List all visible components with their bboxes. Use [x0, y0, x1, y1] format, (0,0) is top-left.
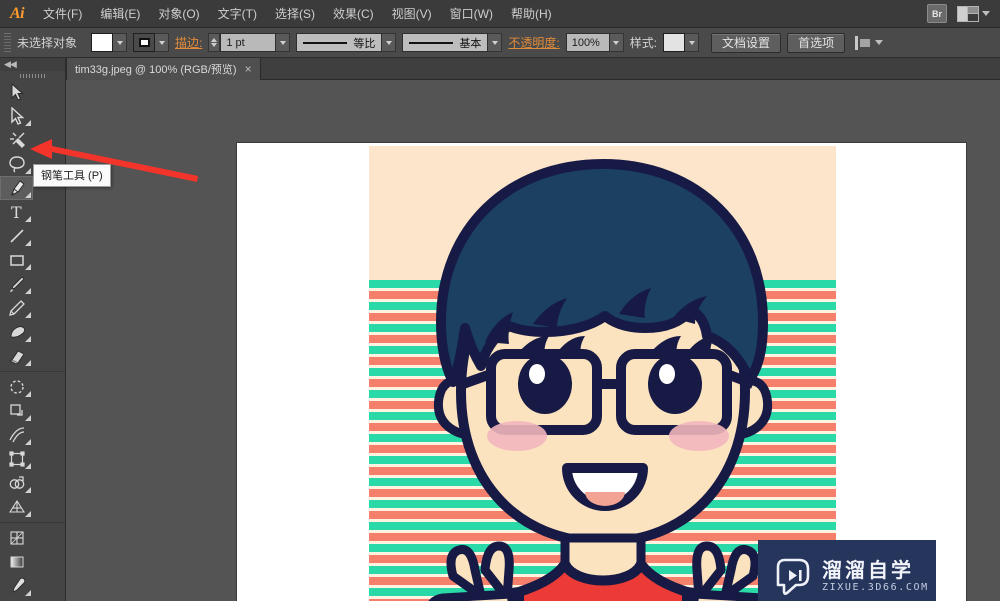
opacity-label[interactable]: 不透明度: — [508, 34, 559, 51]
mesh-tool[interactable] — [0, 526, 33, 550]
lasso-tool[interactable] — [0, 152, 33, 176]
character-illustration — [428, 159, 778, 601]
stroke-dropdown-arrow[interactable] — [155, 33, 170, 52]
stroke-weight-dropdown-arrow[interactable] — [276, 33, 291, 52]
free-transform-tool[interactable] — [0, 447, 33, 471]
close-icon[interactable]: × — [245, 63, 252, 75]
menubar-right-group: Br — [927, 4, 1000, 23]
menu-file[interactable]: 文件(F) — [34, 0, 91, 28]
eyedropper-tool[interactable] — [0, 574, 33, 598]
eraser-tool[interactable] — [0, 344, 33, 368]
watermark-en: ZIXUE.3D66.COM — [822, 581, 929, 593]
control-bar-grip[interactable] — [4, 32, 11, 53]
app-logo: Ai — [9, 4, 25, 22]
menu-select[interactable]: 选择(S) — [266, 0, 324, 28]
fill-dropdown-arrow[interactable] — [113, 33, 128, 52]
menu-bar: Ai 文件(F) 编辑(E) 对象(O) 文字(T) 选择(S) 效果(C) 视… — [0, 0, 1000, 28]
bridge-icon[interactable]: Br — [927, 4, 947, 23]
workspace-layout-icon — [957, 5, 979, 22]
opacity-dropdown-arrow[interactable] — [609, 33, 624, 52]
align-control[interactable] — [855, 35, 884, 50]
control-bar: 未选择对象 描边: 1 pt 等比 基本 不透明度: 100% 样式: 文档设置… — [0, 28, 1000, 58]
graphic-style-control[interactable] — [663, 33, 700, 52]
selection-status-label: 未选择对象 — [17, 36, 78, 50]
brush-definition-control[interactable]: 基本 — [402, 33, 503, 52]
document-tab-bar: tim33g.jpeg @ 100% (RGB/预览) × — [0, 58, 1000, 80]
pen-tool-tooltip: 钢笔工具 (P) — [33, 164, 111, 187]
stroke-weight-input[interactable]: 1 pt — [220, 33, 277, 52]
brush-definition-value: 基本 — [459, 37, 482, 50]
tools-panel: ◀◀ T — [0, 58, 66, 601]
document-setup-button[interactable]: 文档设置 — [711, 32, 782, 53]
fill-swatch[interactable] — [91, 33, 114, 52]
direct-selection-tool[interactable] — [0, 104, 33, 128]
stroke-color-control[interactable] — [133, 33, 170, 52]
pen-tool[interactable] — [0, 176, 33, 200]
svg-text:T: T — [11, 203, 22, 221]
magic-wand-tool[interactable] — [0, 128, 33, 152]
menu-help[interactable]: 帮助(H) — [502, 0, 561, 28]
pencil-tool[interactable] — [0, 296, 33, 320]
menu-view[interactable]: 视图(V) — [383, 0, 441, 28]
graphic-style-swatch[interactable] — [663, 33, 686, 52]
rotate-tool[interactable] — [0, 375, 33, 399]
menu-effect[interactable]: 效果(C) — [324, 0, 383, 28]
document-tab[interactable]: tim33g.jpeg @ 100% (RGB/预览) × — [66, 58, 261, 80]
fill-color-control[interactable] — [91, 33, 128, 52]
align-icon — [855, 35, 871, 50]
stroke-swatch[interactable] — [133, 33, 156, 52]
chevron-down-icon — [982, 11, 990, 16]
type-tool[interactable]: T — [0, 200, 33, 224]
opacity-input[interactable]: 100% — [565, 33, 610, 52]
perspective-grid-tool[interactable] — [0, 495, 33, 519]
canvas-area[interactable]: 绘茧 溜溜自学 ZIXUE.3D66.COM — [66, 80, 1000, 601]
stroke-weight-label[interactable]: 描边: — [175, 34, 202, 51]
workspace-switcher[interactable] — [957, 5, 990, 22]
watermark-cn: 溜溜自学 — [822, 557, 914, 582]
graphic-style-dropdown-arrow[interactable] — [685, 33, 700, 52]
shape-builder-tool[interactable] — [0, 471, 33, 495]
brush-definition-box[interactable]: 基本 — [402, 33, 489, 52]
brush-definition-preview — [409, 41, 454, 44]
tools-panel-grip[interactable] — [0, 71, 65, 80]
brush-definition-dropdown-arrow[interactable] — [488, 33, 503, 52]
style-label: 样式: — [629, 36, 658, 50]
watermark: 溜溜自学 ZIXUE.3D66.COM — [758, 540, 936, 601]
artboard[interactable]: 绘茧 溜溜自学 ZIXUE.3D66.COM — [237, 143, 966, 601]
scale-tool[interactable] — [0, 399, 33, 423]
stroke-profile-value: 等比 — [353, 37, 376, 50]
gradient-tool[interactable] — [0, 550, 33, 574]
selection-tool[interactable] — [0, 80, 33, 104]
watermark-text-group: 溜溜自学 ZIXUE.3D66.COM — [822, 560, 929, 593]
stroke-weight-control[interactable]: 1 pt — [208, 33, 291, 52]
width-tool[interactable] — [0, 423, 33, 447]
opacity-control[interactable]: 100% — [565, 33, 624, 52]
stroke-profile-box[interactable]: 等比 — [296, 33, 383, 52]
preferences-button[interactable]: 首选项 — [787, 32, 846, 53]
line-segment-tool[interactable] — [0, 224, 33, 248]
tools-panel-header[interactable]: ◀◀ — [0, 58, 65, 71]
play-logo-icon — [772, 557, 812, 595]
tools-grid: T — [0, 80, 65, 601]
stroke-profile-dropdown-arrow[interactable] — [382, 33, 397, 52]
collapse-panel-icon[interactable]: ◀◀ — [4, 59, 17, 70]
menu-object[interactable]: 对象(O) — [149, 0, 208, 28]
menu-type[interactable]: 文字(T) — [209, 0, 266, 28]
stroke-weight-stepper[interactable] — [208, 33, 221, 52]
stroke-profile-preview — [303, 41, 348, 44]
rectangle-tool[interactable] — [0, 248, 33, 272]
document-tab-title: tim33g.jpeg @ 100% (RGB/预览) — [75, 64, 237, 76]
align-chevron-down-icon — [875, 40, 884, 45]
blob-brush-tool[interactable] — [0, 320, 33, 344]
stroke-profile-control[interactable]: 等比 — [296, 33, 397, 52]
tools-separator-1 — [0, 371, 65, 372]
placed-image[interactable]: 绘茧 — [369, 146, 836, 601]
menu-edit[interactable]: 编辑(E) — [91, 0, 149, 28]
paintbrush-tool[interactable] — [0, 272, 33, 296]
tools-separator-2 — [0, 522, 65, 523]
illustrator-window: Ai 文件(F) 编辑(E) 对象(O) 文字(T) 选择(S) 效果(C) 视… — [0, 0, 1000, 601]
menu-window[interactable]: 窗口(W) — [441, 0, 502, 28]
